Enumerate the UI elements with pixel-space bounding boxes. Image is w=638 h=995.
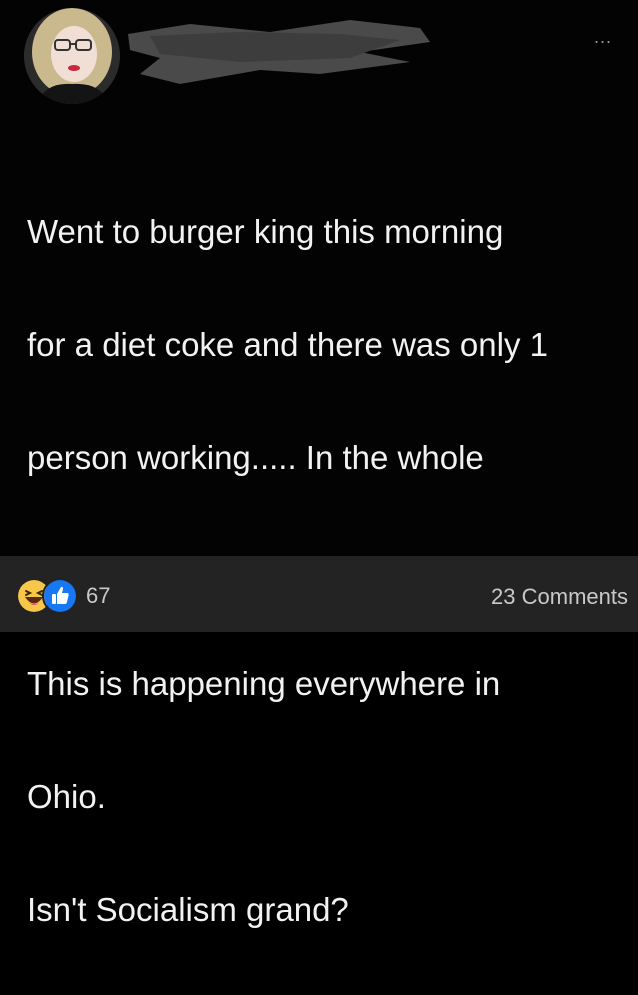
comments-link[interactable]: 23 Comments [491, 584, 628, 610]
author-avatar[interactable] [24, 8, 120, 104]
post-text-line: for a diet coke and there was only 1 [27, 325, 548, 363]
reactions-summary[interactable]: 67 [16, 578, 111, 614]
post-text-line: Isn't Socialism grand? [27, 890, 349, 928]
post-text-line: Ohio. [27, 777, 106, 815]
redacted-author-name [128, 20, 430, 84]
reaction-count: 67 [86, 583, 111, 608]
like-icon [42, 578, 78, 614]
post-text-line: Went to burger king this morning [27, 212, 504, 250]
post-text-line: This is happening everywhere in [27, 664, 501, 702]
more-options-icon[interactable]: ... [594, 28, 612, 46]
post-card: ... Went to burger king this morning for… [0, 0, 638, 928]
post-text-line: person working..... In the whole [27, 438, 484, 476]
avatar-image [24, 8, 120, 104]
post-footer: 67 23 Comments [0, 556, 638, 632]
